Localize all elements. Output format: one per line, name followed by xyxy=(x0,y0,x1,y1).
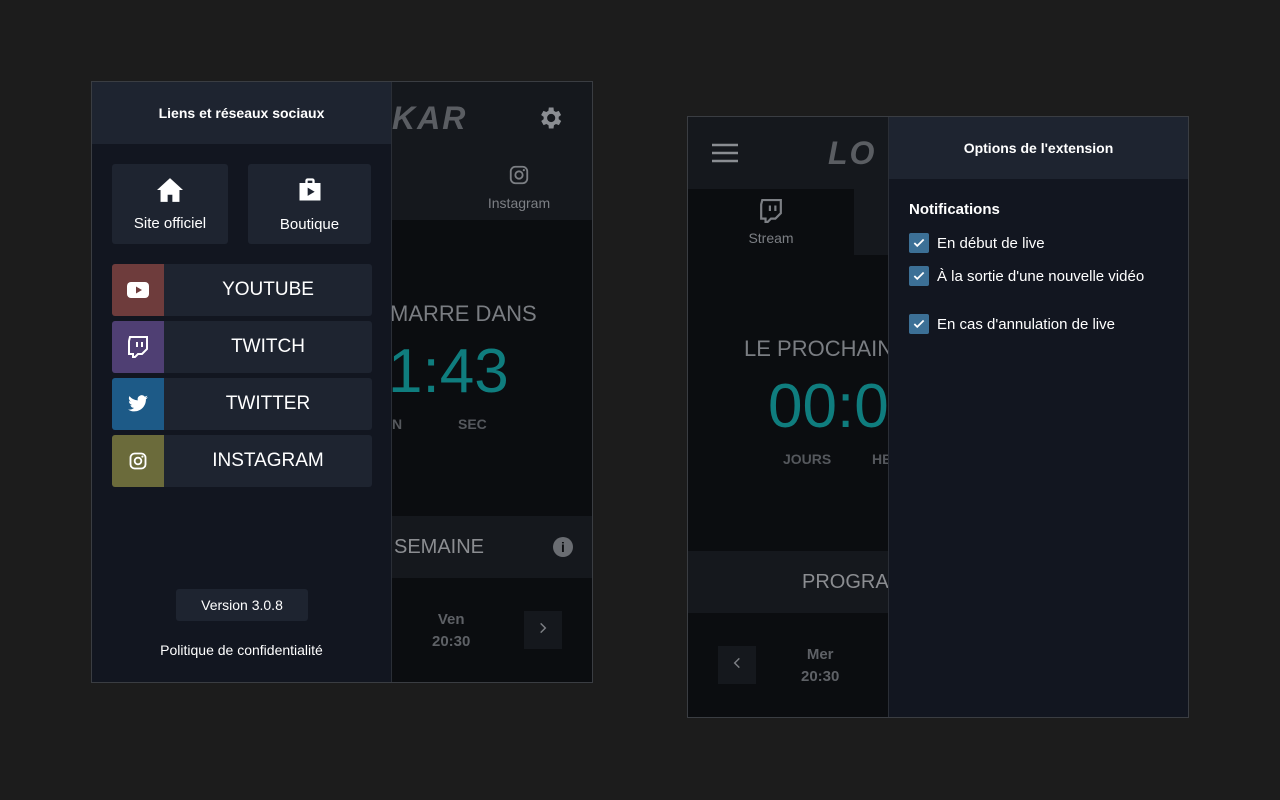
countdown-unit-days: JOURS xyxy=(783,451,832,467)
youtube-label: YOUTUBE xyxy=(222,279,314,300)
app-logo: KAR xyxy=(392,100,468,136)
schedule-slot: Mer 20:30 xyxy=(801,644,839,688)
option-label: En cas d'annulation de live xyxy=(937,315,1115,333)
tab-stream[interactable]: Stream xyxy=(688,189,854,255)
instagram-label: INSTAGRAM xyxy=(212,450,324,471)
drawer-title: Options de l'extension xyxy=(889,117,1188,179)
drawer-title: Liens et réseaux sociaux xyxy=(92,82,391,144)
week-title: SEMAINE xyxy=(394,535,485,558)
option-live-cancel[interactable]: En cas d'annulation de live xyxy=(909,314,1115,334)
youtube-icon xyxy=(112,264,164,316)
countdown-title: LE PROCHAIN xyxy=(744,336,894,361)
option-label: En début de live xyxy=(937,234,1045,252)
instagram-icon xyxy=(508,164,530,189)
twitch-label: TWITCH xyxy=(231,336,305,357)
twitter-link-button[interactable]: TWITTER xyxy=(112,378,372,430)
app-logo: LO xyxy=(828,135,877,171)
twitch-link-button[interactable]: TWITCH xyxy=(112,321,372,373)
official-site-label: Site officiel xyxy=(133,214,207,232)
twitch-icon xyxy=(760,199,782,226)
twitch-icon xyxy=(112,321,164,373)
instagram-icon xyxy=(112,435,164,487)
option-label: À la sortie d'une nouvelle vidéo xyxy=(937,267,1145,285)
schedule-day: Ven xyxy=(437,611,465,628)
countdown-unit-min: N xyxy=(392,416,403,432)
schedule-next-button[interactable] xyxy=(524,611,562,649)
option-live-start[interactable]: En début de live xyxy=(909,233,1045,253)
shop-label: Boutique xyxy=(279,215,340,233)
twitter-icon xyxy=(112,378,164,430)
notifications-heading: Notifications xyxy=(909,201,1000,218)
checkbox-checked[interactable] xyxy=(909,233,929,253)
schedule-day: Mer xyxy=(806,646,834,663)
checkbox-checked[interactable] xyxy=(909,314,929,334)
youtube-link-button[interactable]: YOUTUBE xyxy=(112,264,372,316)
links-drawer: Liens et réseaux sociaux Site officiel B… xyxy=(92,82,392,682)
gear-icon[interactable] xyxy=(536,104,564,137)
tab-label: Stream xyxy=(748,230,794,246)
tab-label: Instagram xyxy=(487,195,551,211)
version-badge: Version 3.0.8 xyxy=(176,589,308,621)
schedule-slot: Ven 20:30 xyxy=(432,609,470,653)
chevron-left-icon xyxy=(730,656,744,675)
shop-bag-icon xyxy=(296,176,324,208)
privacy-policy-link[interactable]: Politique de confidentialité xyxy=(92,642,391,658)
option-new-video[interactable]: À la sortie d'une nouvelle vidéo xyxy=(909,266,1144,286)
hamburger-menu-icon[interactable] xyxy=(712,143,738,168)
schedule-time: 20:30 xyxy=(432,633,471,650)
schedule-prev-button[interactable] xyxy=(718,646,756,684)
extension-popup-links: KAR Instagram MARRE DANS 1:43 N SEC SEMA… xyxy=(91,81,593,683)
instagram-link-button[interactable]: INSTAGRAM xyxy=(112,435,372,487)
info-icon[interactable]: i xyxy=(553,537,573,557)
home-icon xyxy=(155,177,185,207)
options-drawer: Options de l'extension Notifications En … xyxy=(888,117,1188,717)
countdown-digits: 1:43 xyxy=(388,337,509,406)
schedule-time: 20:30 xyxy=(801,668,840,685)
countdown-digits: 00:0 xyxy=(768,372,889,441)
twitter-label: TWITTER xyxy=(225,393,311,414)
shop-button[interactable]: Boutique xyxy=(248,164,371,244)
countdown-title: MARRE DANS xyxy=(390,301,537,326)
chevron-right-icon xyxy=(536,621,550,640)
tab-instagram[interactable]: Instagram xyxy=(464,164,574,211)
countdown-unit-sec: SEC xyxy=(458,416,487,432)
official-site-button[interactable]: Site officiel xyxy=(112,164,228,244)
extension-popup-options: LO Stream LE PROCHAIN 00:0 JOURS HE PROG… xyxy=(687,116,1189,718)
checkbox-checked[interactable] xyxy=(909,266,929,286)
